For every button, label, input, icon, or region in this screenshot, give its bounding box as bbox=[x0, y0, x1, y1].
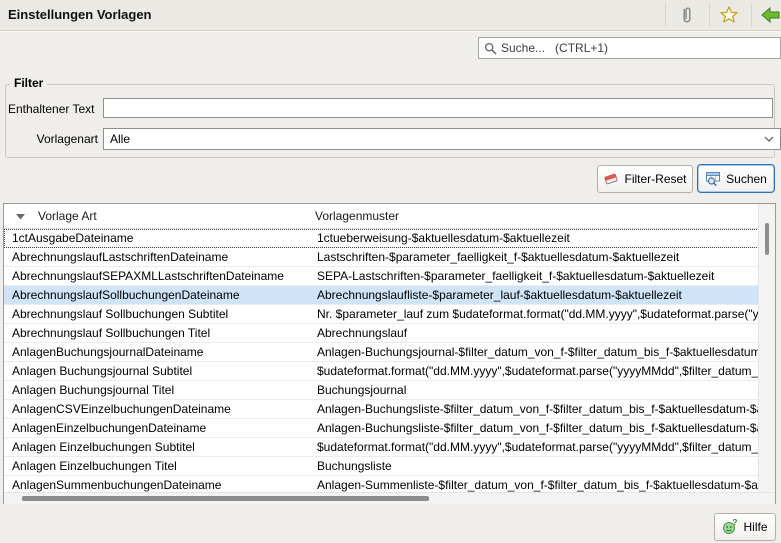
cell-vorlagenmuster: SEPA-Lastschriften-$parameter_faelligkei… bbox=[307, 267, 759, 285]
vertical-scrollbar-thumb[interactable] bbox=[765, 223, 769, 255]
cell-vorlagenmuster: 1ctueberweisung-$aktuellesdatum-$aktuell… bbox=[307, 229, 759, 247]
horizontal-scrollbar-thumb[interactable] bbox=[22, 496, 429, 501]
cell-vorlagenmuster: Nr. $parameter_lauf zum $udateformat.for… bbox=[307, 305, 759, 323]
search-button-label: Suchen bbox=[726, 172, 767, 186]
cell-vorlagenmuster: Abrechnungslauf bbox=[307, 324, 759, 342]
contained-text-label: Enthaltener Text bbox=[8, 101, 100, 117]
filter-reset-button[interactable]: Filter-Reset bbox=[597, 165, 693, 193]
table-row[interactable]: Anlagen Einzelbuchungen Titel Buchungsli… bbox=[4, 457, 759, 476]
titlebar-divider bbox=[751, 3, 752, 27]
contained-text-input[interactable] bbox=[103, 98, 773, 118]
cell-vorlage-art: Anlagen Buchungsjournal Subtitel bbox=[4, 362, 307, 380]
help-button-label: Hilfe bbox=[743, 520, 767, 534]
cell-vorlage-art: AnlagenEinzelbuchungenDateiname bbox=[4, 419, 307, 437]
cell-vorlagenmuster: $udateformat.format("dd.MM.yyyy",$udatef… bbox=[307, 438, 759, 456]
star-icon bbox=[719, 5, 739, 25]
table-row[interactable]: AbrechnungslaufSollbuchungenDateiname Ab… bbox=[4, 286, 759, 305]
table-row[interactable]: Anlagen Buchungsjournal Titel Buchungsjo… bbox=[4, 381, 759, 400]
page-title: Einstellungen Vorlagen bbox=[8, 7, 152, 22]
horizontal-scrollbar[interactable] bbox=[4, 492, 775, 504]
search-icon bbox=[484, 42, 497, 55]
settings-templates-window: Einstellungen Vorlagen bbox=[0, 0, 781, 543]
cell-vorlage-art: Abrechnungslauf Sollbuchungen Titel bbox=[4, 324, 307, 342]
table-row[interactable]: AnlagenCSVEinzelbuchungenDateiname Anlag… bbox=[4, 400, 759, 419]
cell-vorlage-art: AbrechnungslaufLastschriftenDateiname bbox=[4, 248, 307, 266]
paperclip-icon bbox=[678, 5, 696, 25]
cell-vorlage-art: 1ctAusgabeDateiname bbox=[4, 229, 307, 247]
table-row[interactable]: Anlagen Buchungsjournal Subtitel $udatef… bbox=[4, 362, 759, 381]
cell-vorlage-art: Anlagen Buchungsjournal Titel bbox=[4, 381, 307, 399]
table-row[interactable]: Abrechnungslauf Sollbuchungen Titel Abre… bbox=[4, 324, 759, 343]
table-row[interactable]: Anlagen Einzelbuchungen Subtitel $udatef… bbox=[4, 438, 759, 457]
back-button[interactable] bbox=[754, 2, 781, 28]
cell-vorlagenmuster: $udateformat.format("dd.MM.yyyy",$udatef… bbox=[307, 362, 759, 380]
help-button[interactable]: ? Hilfe bbox=[714, 513, 776, 541]
column-header-vorlagenmuster[interactable]: Vorlagenmuster bbox=[315, 204, 399, 228]
eraser-icon bbox=[603, 172, 619, 186]
cell-vorlagenmuster: Buchungsjournal bbox=[307, 381, 759, 399]
cell-vorlage-art: AnlagenCSVEinzelbuchungenDateiname bbox=[4, 400, 307, 418]
column-header-vorlage-art[interactable]: Vorlage Art bbox=[38, 204, 97, 228]
table-body: 1ctAusgabeDateiname 1ctueberweisung-$akt… bbox=[4, 229, 759, 492]
templates-table: Vorlage Art Vorlagenmuster 1ctAusgabeDat… bbox=[3, 203, 776, 504]
table-row[interactable]: Abrechnungslauf Sollbuchungen Subtitel N… bbox=[4, 305, 759, 324]
template-type-select[interactable]: Alle bbox=[103, 128, 781, 150]
cell-vorlagenmuster: Anlagen-Buchungsjournal-$filter_datum_vo… bbox=[307, 343, 759, 361]
cell-vorlage-art: Anlagen Einzelbuchungen Titel bbox=[4, 457, 307, 475]
filter-group-label: Filter bbox=[10, 76, 47, 90]
cell-vorlage-art: AnlagenSummenbuchungenDateiname bbox=[4, 476, 307, 492]
paperclip-button[interactable] bbox=[670, 2, 704, 28]
help-smiley-icon: ? bbox=[722, 519, 738, 535]
table-row[interactable]: AnlagenEinzelbuchungenDateiname Anlagen-… bbox=[4, 419, 759, 438]
table-header: Vorlage Art Vorlagenmuster bbox=[4, 204, 759, 229]
search-button[interactable]: Suchen bbox=[697, 164, 775, 193]
cell-vorlage-art: Anlagen Einzelbuchungen Subtitel bbox=[4, 438, 307, 456]
table-row[interactable]: AnlagenBuchungsjournalDateiname Anlagen-… bbox=[4, 343, 759, 362]
cell-vorlage-art: AbrechnungslaufSEPAXMLLastschriftenDatei… bbox=[4, 267, 307, 285]
titlebar-divider bbox=[665, 3, 666, 27]
chevron-down-icon bbox=[764, 136, 774, 142]
cell-vorlagenmuster: Anlagen-Summenliste-$filter_datum_von_f-… bbox=[307, 476, 759, 492]
titlebar: Einstellungen Vorlagen bbox=[0, 0, 781, 31]
template-type-label: Vorlagenart bbox=[8, 131, 98, 147]
search-box bbox=[478, 37, 781, 59]
table-row[interactable]: AbrechnungslaufSEPAXMLLastschriftenDatei… bbox=[4, 267, 759, 286]
vertical-scrollbar[interactable] bbox=[758, 204, 775, 492]
table-row[interactable]: AnlagenSummenbuchungenDateiname Anlagen-… bbox=[4, 476, 759, 492]
table-search-icon bbox=[705, 171, 721, 186]
table-row[interactable]: 1ctAusgabeDateiname 1ctueberweisung-$akt… bbox=[4, 229, 759, 248]
sort-desc-icon bbox=[16, 214, 25, 220]
cell-vorlage-art: Abrechnungslauf Sollbuchungen Subtitel bbox=[4, 305, 307, 323]
cell-vorlagenmuster: Abrechnungslaufliste-$parameter_lauf-$ak… bbox=[307, 286, 759, 304]
titlebar-divider bbox=[709, 3, 710, 27]
cell-vorlagenmuster: Buchungsliste bbox=[307, 457, 759, 475]
favorite-button[interactable] bbox=[712, 2, 746, 28]
svg-text:?: ? bbox=[733, 519, 738, 527]
cell-vorlage-art: AbrechnungslaufSollbuchungenDateiname bbox=[4, 286, 307, 304]
cell-vorlage-art: AnlagenBuchungsjournalDateiname bbox=[4, 343, 307, 361]
back-arrow-icon bbox=[761, 6, 781, 24]
template-type-value: Alle bbox=[110, 132, 130, 146]
search-input[interactable] bbox=[497, 41, 780, 55]
filter-reset-label: Filter-Reset bbox=[624, 172, 686, 186]
cell-vorlagenmuster: Anlagen-Buchungsliste-$filter_datum_von_… bbox=[307, 419, 759, 437]
table-row[interactable]: AbrechnungslaufLastschriftenDateiname La… bbox=[4, 248, 759, 267]
cell-vorlagenmuster: Anlagen-Buchungsliste-$filter_datum_von_… bbox=[307, 400, 759, 418]
cell-vorlagenmuster: Lastschriften-$parameter_faelligkeit_f-$… bbox=[307, 248, 759, 266]
